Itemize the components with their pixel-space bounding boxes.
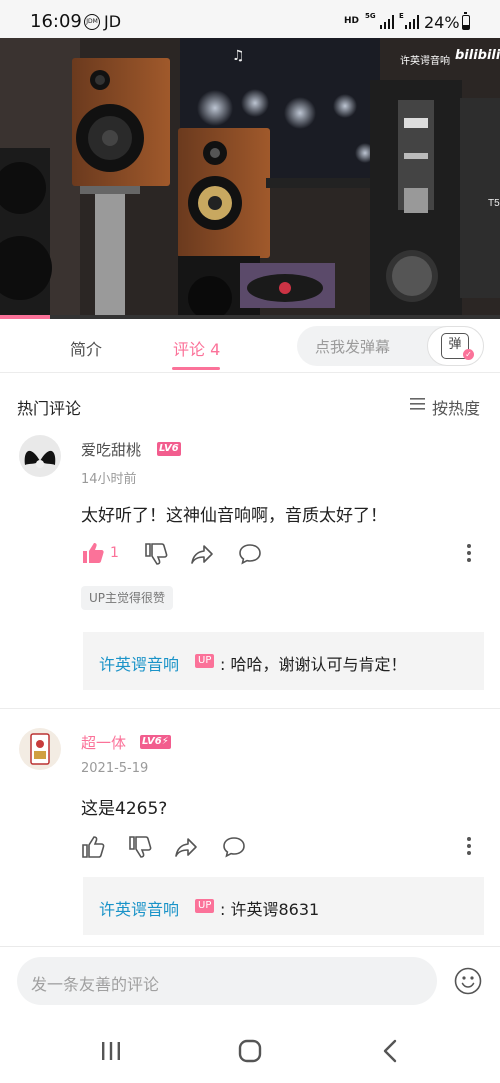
avatar-card-icon [19,728,61,770]
more-options-icon[interactable] [466,836,472,856]
status-time: 16:09 [30,11,82,32]
signal-icon-2 [405,15,419,29]
e-network-icon: E [399,12,404,20]
video-frame: T5 ♫ [0,38,500,318]
up-liked-tag: UP主觉得很赞 [81,586,174,610]
comment-time: 2021-5-19 [81,761,149,776]
avatar-wings-icon [19,435,61,477]
hd-icon: HD [344,16,360,26]
back-icon[interactable] [378,1038,404,1064]
like-icon[interactable] [81,541,105,565]
comment-text: 这是4265? [81,799,168,819]
danmaku-input[interactable]: 点我发弹幕 弹 ✓ [297,326,484,366]
up-badge: UP [195,899,215,913]
up-badge: UP [195,654,215,668]
tab-active-indicator [172,367,220,370]
sort-by-hot-button[interactable]: 按热度 [432,395,480,419]
video-player[interactable]: T5 ♫ [0,38,500,318]
share-icon[interactable] [190,542,214,566]
reply-text: : 许英谔8631 [220,900,320,919]
reply-username[interactable]: 许英谔音响 [99,651,179,675]
battery-icon [462,12,470,30]
like-count: 1 [110,545,119,561]
battery-percent: 24% [424,13,460,32]
reply-preview[interactable]: 许英谔音响 UP : 哈哈，谢谢认可与肯定！ [83,632,484,690]
danmaku-placeholder: 点我发弹幕 [315,338,391,356]
5g-icon: 5G [365,12,376,20]
video-watermark: 许英谔音响 [400,56,450,67]
comment-username[interactable]: 超一体 [81,732,126,753]
reply-username[interactable]: 许英谔音响 [99,896,179,920]
avatar[interactable] [19,435,61,477]
more-options-icon[interactable] [466,543,472,563]
carrier-label: JD [104,12,122,31]
home-icon[interactable] [237,1038,263,1064]
reply-text: : 哈哈，谢谢认可与肯定！ [220,655,407,674]
svg-text:♫: ♫ [232,48,245,64]
share-icon[interactable] [174,835,198,859]
dislike-icon[interactable] [128,835,152,859]
bilibili-logo: bilibili [455,48,500,63]
comment-input[interactable]: 发一条友善的评论 [17,957,437,1005]
dislike-icon[interactable] [144,542,168,566]
comment-placeholder: 发一条友善的评论 [31,975,160,994]
reply-icon[interactable] [238,542,262,566]
level-badge: LV6⚡ [140,735,171,749]
comment-text: 太好听了！这神仙音响啊，音质太好了！ [81,506,387,526]
comment-compose-bar: 发一条友善的评论 [0,946,500,1018]
comment-username[interactable]: 爱吃甜桃 [81,439,141,460]
comment-divider [0,708,500,709]
emoji-icon[interactable] [454,967,482,995]
danmaku-toggle-button[interactable]: 弹 ✓ [427,326,484,366]
tab-intro[interactable]: 简介 [70,336,102,360]
level-badge: LV6 [157,442,181,456]
signal-icon [380,15,394,29]
like-icon[interactable] [81,835,105,859]
avatar[interactable] [19,728,61,770]
recent-apps-icon[interactable] [98,1038,124,1064]
svg-text:T5: T5 [488,198,500,209]
reply-icon[interactable] [222,835,246,859]
danmaku-check-icon: ✓ [463,349,474,360]
tab-comments[interactable]: 评论 4 [173,336,220,360]
jdm-icon: JDM [84,14,100,30]
hot-comments-title: 热门评论 [17,399,82,418]
system-nav-bar [0,1018,500,1083]
comment-time: 14小时前 [81,472,137,487]
reply-preview[interactable]: 许英谔音响 UP : 许英谔8631 [83,877,484,935]
sort-icon[interactable] [410,398,425,410]
